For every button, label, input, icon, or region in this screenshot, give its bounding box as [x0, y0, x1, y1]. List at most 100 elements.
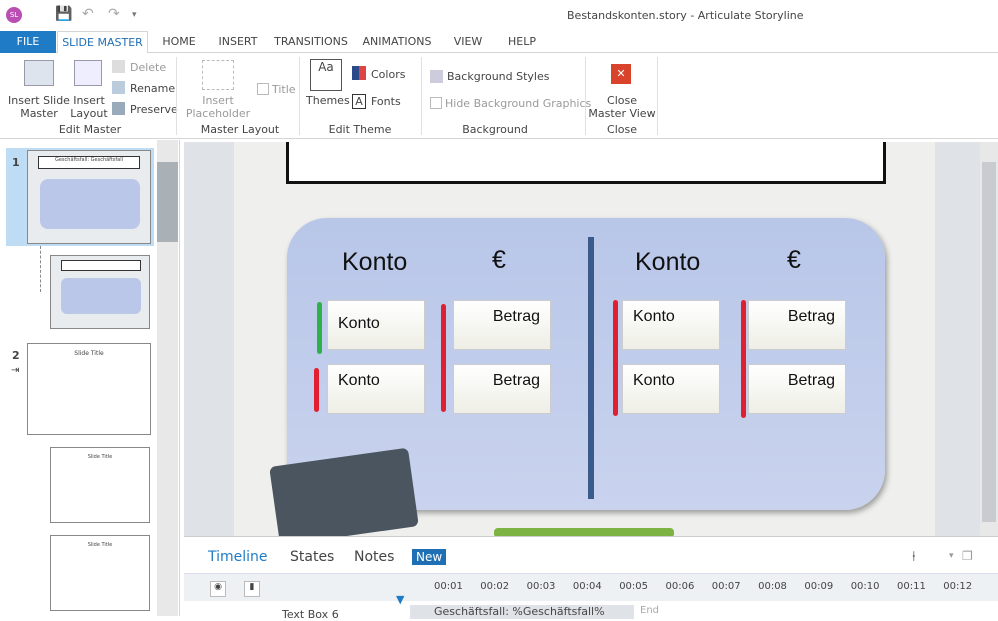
- themes-icon: Aa: [310, 59, 342, 91]
- undo-icon[interactable]: ↶: [82, 6, 94, 22]
- customize-icon[interactable]: ▾: [132, 10, 137, 20]
- hide-background-graphics-label: Hide Background Graphics: [445, 97, 592, 110]
- insert-slide-master-icon: [24, 60, 54, 86]
- time-tick: 00:07: [711, 581, 741, 592]
- insert-layout-button[interactable]: Insert Layout: [70, 94, 108, 120]
- tab-notes[interactable]: Notes: [354, 549, 394, 565]
- time-tick: 00:05: [619, 581, 649, 592]
- preserve-button[interactable]: Preserve: [130, 103, 178, 116]
- pin-icon: ⇥: [11, 365, 20, 376]
- hide-background-graphics-checkbox[interactable]: [430, 97, 442, 109]
- slide-thumbnail[interactable]: Geschäftsfall: Geschäftsfall: [27, 150, 151, 244]
- rename-icon: [112, 81, 125, 94]
- slide-canvas: Konto € Konto € Konto Betrag Konto Betra…: [184, 142, 980, 536]
- time-tick: 00:01: [434, 581, 463, 592]
- header-konto: Konto: [635, 248, 701, 276]
- close-master-view-icon: ✕: [611, 64, 631, 84]
- card-konto[interactable]: Konto: [327, 300, 425, 350]
- group-edit-theme: Edit Theme: [328, 123, 392, 136]
- card-betrag[interactable]: Betrag: [453, 300, 551, 350]
- timeline-panel: Timeline States Notes New ⍿ ▾ ❐ ◉ ▮ ▼ 00…: [184, 536, 998, 621]
- card-konto[interactable]: Konto: [327, 364, 425, 414]
- tab-insert[interactable]: INSERT: [214, 31, 262, 53]
- title-placeholder[interactable]: [286, 142, 886, 184]
- layout-thumbnail[interactable]: Slide Title: [50, 447, 150, 523]
- layout-thumbnail[interactable]: Slide Title: [50, 535, 150, 611]
- card-betrag[interactable]: Betrag: [748, 300, 846, 350]
- colors-button[interactable]: Colors: [371, 68, 405, 81]
- row-name[interactable]: Text Box 6: [282, 608, 339, 621]
- card-konto[interactable]: Konto: [622, 364, 720, 414]
- time-tick: 00:09: [804, 581, 834, 592]
- lock-icon[interactable]: ▮: [244, 581, 260, 597]
- header-konto: Konto: [342, 248, 408, 276]
- slide-panel-scrollbar[interactable]: [157, 140, 178, 616]
- themes-button[interactable]: Themes: [306, 94, 350, 107]
- slide: Konto € Konto € Konto Betrag Konto Betra…: [234, 142, 935, 536]
- tab-help[interactable]: HELP: [502, 31, 542, 53]
- dropdown-icon[interactable]: ▾: [949, 551, 954, 561]
- title-label: Title: [272, 83, 296, 96]
- timeline-align-icon[interactable]: ⍿: [912, 549, 916, 565]
- layout-thumbnail[interactable]: [50, 255, 150, 329]
- colors-icon: [352, 66, 366, 80]
- restore-icon[interactable]: ❐: [962, 549, 973, 563]
- window-title: Bestandskonten.story - Articulate Storyl…: [567, 9, 804, 22]
- group-master-layout: Master Layout: [200, 123, 280, 136]
- time-tick: 00:10: [850, 581, 880, 592]
- fonts-button[interactable]: Fonts: [371, 95, 401, 108]
- eye-icon[interactable]: ◉: [210, 581, 226, 597]
- redo-icon[interactable]: ↷: [108, 6, 120, 22]
- save-icon[interactable]: 💾: [55, 6, 72, 22]
- slide-number: 2: [12, 349, 20, 362]
- background-styles-icon: [430, 70, 443, 83]
- playhead[interactable]: ▼: [396, 593, 404, 606]
- time-tick: 00:06: [665, 581, 695, 592]
- tab-view[interactable]: VIEW: [448, 31, 488, 53]
- delete-button[interactable]: Delete: [130, 61, 166, 74]
- close-master-view-button[interactable]: Close Master View: [588, 94, 656, 120]
- canvas-scrollbar[interactable]: [980, 142, 998, 536]
- end-label: End: [640, 605, 660, 616]
- title-bar: SL 💾 ↶ ↷ ▾ Bestandskonten.story - Articu…: [0, 0, 998, 31]
- insert-layout-icon: [74, 60, 102, 86]
- insert-slide-master-button[interactable]: Insert Slide Master: [8, 94, 70, 120]
- tab-timeline[interactable]: Timeline: [208, 549, 268, 565]
- time-tick: 00:02: [480, 581, 510, 592]
- insert-placeholder-button[interactable]: Insert Placeholder: [184, 94, 252, 120]
- slide-number: 1: [12, 156, 20, 169]
- group-close: Close: [607, 123, 637, 136]
- tab-slide-master[interactable]: SLIDE MASTER: [57, 31, 148, 54]
- preserve-icon: [112, 102, 125, 115]
- header-euro: €: [492, 246, 506, 274]
- group-background: Background: [462, 123, 528, 136]
- card-konto[interactable]: Konto: [622, 300, 720, 350]
- new-badge: New: [412, 549, 447, 565]
- background-styles-button[interactable]: Background Styles: [447, 70, 549, 83]
- divider: [588, 237, 594, 499]
- ribbon-tabs: FILE SLIDE MASTER HOME INSERT TRANSITION…: [0, 31, 998, 54]
- card-betrag[interactable]: Betrag: [453, 364, 551, 414]
- tab-states[interactable]: States: [290, 549, 334, 565]
- tab-transitions[interactable]: TRANSITIONS: [272, 31, 350, 53]
- delete-icon: [112, 60, 125, 73]
- fonts-icon: A: [352, 94, 366, 109]
- group-edit-master: Edit Master: [58, 123, 122, 136]
- tab-home[interactable]: HOME: [156, 31, 202, 53]
- time-tick: 00:03: [526, 581, 556, 592]
- scroll-thumb[interactable]: [157, 162, 178, 242]
- slide-panel: 1 Geschäftsfall: Geschäftsfall 2 ⇥ Slide…: [0, 140, 180, 616]
- insert-placeholder-icon: [202, 60, 234, 90]
- time-tick: 00:12: [943, 581, 973, 592]
- tab-animations[interactable]: ANIMATIONS: [360, 31, 434, 53]
- title-checkbox[interactable]: [257, 83, 269, 95]
- slide-thumbnail[interactable]: Slide Title: [27, 343, 151, 435]
- tab-file[interactable]: FILE: [0, 31, 56, 53]
- check-button[interactable]: [494, 528, 674, 536]
- time-tick: 00:08: [758, 581, 787, 592]
- time-tick: 00:11: [897, 581, 926, 592]
- timeline-bar[interactable]: Geschäftsfall: %Geschäftsfall%: [410, 605, 634, 619]
- card-betrag[interactable]: Betrag: [748, 364, 846, 414]
- rename-button[interactable]: Rename: [130, 82, 175, 95]
- time-tick: 00:04: [572, 581, 602, 592]
